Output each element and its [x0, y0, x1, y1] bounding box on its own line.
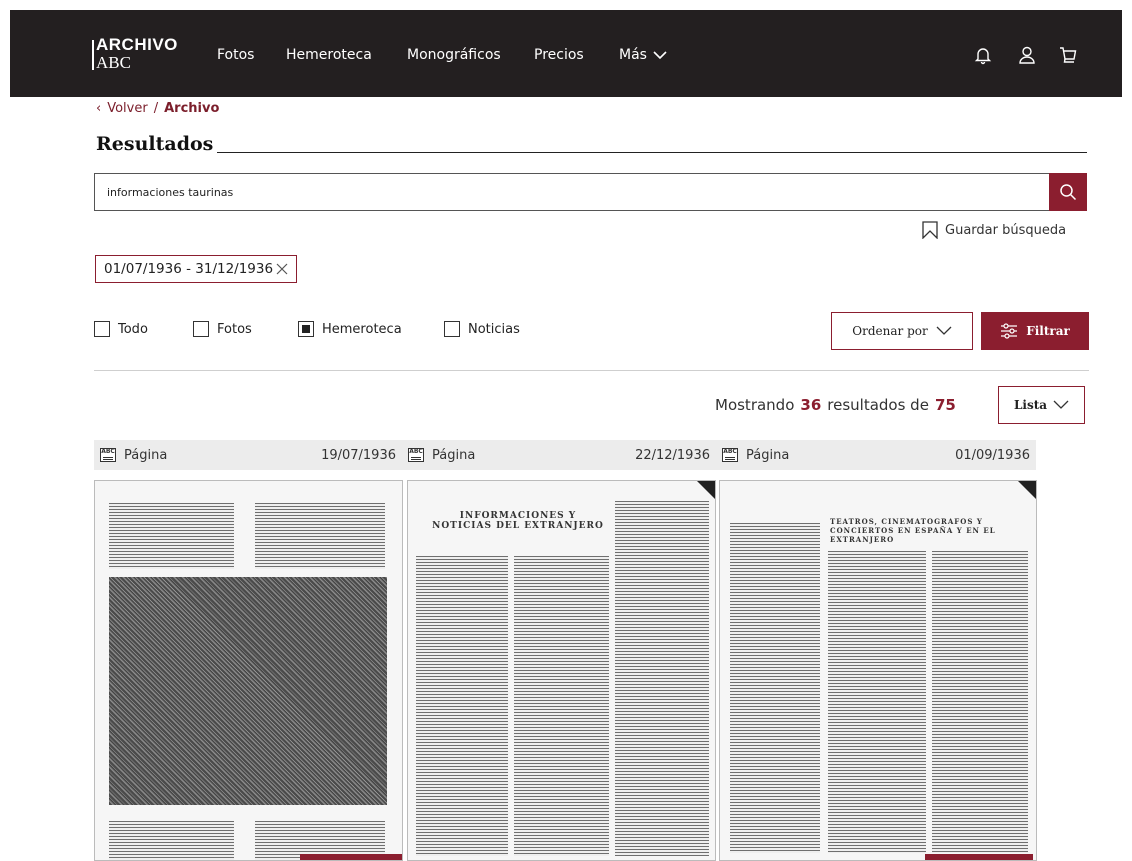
checkbox-fotos-box[interactable] — [193, 321, 209, 337]
chevron-left-icon[interactable]: ‹ — [96, 101, 101, 116]
save-search-button[interactable]: Guardar búsqueda — [921, 221, 1066, 239]
results-count-prefix: Mostrando — [715, 396, 795, 414]
search-input[interactable] — [95, 174, 1049, 210]
divider — [94, 370, 1089, 371]
order-by-dropdown[interactable]: Ordenar por — [831, 312, 973, 350]
result-card-header: ABC Página 22/12/1936 — [402, 440, 716, 470]
view-mode-label: Lista — [1013, 398, 1048, 412]
result-card-header: ABC Página 19/07/1936 — [94, 440, 402, 470]
result-date: 01/09/1936 — [955, 447, 1030, 463]
checkbox-noticias[interactable]: Noticias — [444, 321, 520, 337]
checkbox-todo-box[interactable] — [94, 321, 110, 337]
sliders-icon — [1001, 323, 1018, 339]
checkbox-hemeroteca[interactable]: Hemeroteca — [298, 321, 402, 337]
checkbox-todo-label: Todo — [118, 321, 148, 337]
breadcrumb-back-link[interactable]: Volver — [107, 101, 148, 116]
chevron-down-icon — [1053, 400, 1069, 409]
results-count-shown: 36 — [800, 396, 822, 414]
breadcrumb: ‹ Volver / Archivo — [96, 101, 219, 116]
newspaper-abc-icon: ABC — [408, 448, 424, 462]
nav-precios[interactable]: Precios — [534, 47, 584, 63]
checkbox-hemeroteca-label: Hemeroteca — [322, 321, 402, 337]
cart-icon[interactable] — [1058, 45, 1078, 65]
date-filter-chip: 01/07/1936 - 31/12/1936 — [95, 255, 298, 283]
checkbox-noticias-box[interactable] — [444, 321, 460, 337]
save-search-label: Guardar búsqueda — [945, 222, 1067, 238]
filter-button[interactable]: Filtrar — [981, 312, 1089, 350]
result-thumbnail[interactable]: INFORMACIONES Y NOTICIAS DEL EXTRANJERO — [407, 480, 716, 861]
nav-fotos[interactable]: Fotos — [217, 47, 254, 63]
nav-mas-label: Más — [619, 47, 647, 63]
order-by-label: Ordenar por — [852, 324, 928, 338]
result-card-header: ABC Página 01/09/1936 — [716, 440, 1036, 470]
nav-monograficos[interactable]: Monográficos — [407, 47, 501, 63]
result-headline: INFORMACIONES Y NOTICIAS DEL EXTRANJERO — [432, 511, 604, 531]
results-count-middle: resultados de — [827, 396, 929, 414]
result-type: Página — [746, 447, 790, 463]
newspaper-abc-icon: ABC — [100, 448, 116, 462]
search-box — [94, 173, 1049, 211]
breadcrumb-separator: / — [153, 101, 159, 116]
results-count-total: 75 — [934, 396, 956, 414]
nav-mas-dropdown[interactable]: Más — [619, 47, 667, 63]
archivo-abc-logo[interactable]: ARCHIVO ABC — [92, 35, 178, 72]
checkbox-fotos[interactable]: Fotos — [193, 321, 252, 337]
close-icon[interactable] — [276, 263, 288, 275]
breadcrumb-current[interactable]: Archivo — [164, 101, 219, 116]
checkbox-todo[interactable]: Todo — [94, 321, 148, 337]
result-thumbnail[interactable]: TEATROS, CINEMATOGRAFOS Y CONCIERTOS EN … — [719, 480, 1037, 861]
results-count: Mostrando 36 resultados de 75 — [715, 396, 956, 414]
nav-hemeroteca[interactable]: Hemeroteca — [286, 47, 372, 63]
user-icon[interactable] — [1017, 45, 1037, 65]
search-button[interactable] — [1049, 173, 1087, 211]
filter-label: Filtrar — [1026, 324, 1070, 338]
date-filter-label: 01/07/1936 - 31/12/1936 — [104, 261, 274, 277]
bookmark-icon — [922, 221, 938, 239]
checkbox-hemeroteca-box[interactable] — [298, 321, 314, 337]
result-headline: TEATROS, CINEMATOGRAFOS Y CONCIERTOS EN … — [830, 517, 996, 544]
result-type: Página — [432, 447, 476, 463]
checkbox-fotos-label: Fotos — [217, 321, 252, 337]
logo-line-1: ARCHIVO — [96, 35, 178, 54]
view-mode-dropdown[interactable]: Lista — [998, 386, 1085, 424]
result-date: 19/07/1936 — [321, 447, 396, 463]
newspaper-abc-icon: ABC — [722, 448, 738, 462]
result-type: Página — [124, 447, 168, 463]
search-icon — [1060, 184, 1077, 201]
title-underline — [96, 152, 1087, 153]
chevron-down-icon — [653, 51, 667, 60]
top-navigation-bar: ARCHIVO ABC Fotos Hemeroteca Monográfico… — [10, 10, 1122, 97]
page-title: Resultados — [96, 133, 218, 155]
result-date: 22/12/1936 — [635, 447, 710, 463]
bell-icon[interactable] — [973, 45, 993, 65]
checkbox-noticias-label: Noticias — [468, 321, 520, 337]
logo-line-2: ABC — [96, 53, 131, 72]
chevron-down-icon — [936, 326, 952, 335]
result-thumbnail[interactable] — [94, 480, 403, 861]
